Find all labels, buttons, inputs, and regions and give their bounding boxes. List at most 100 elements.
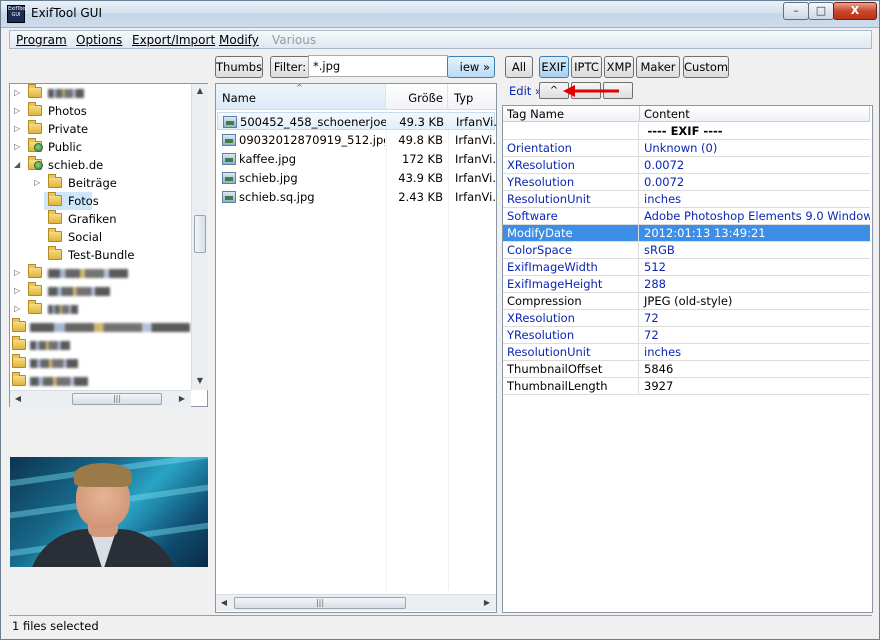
tree-vertical-scrollbar[interactable]: ▲ ▼ [191, 84, 208, 390]
tree-item-label: schieb.de [48, 158, 104, 172]
tree-item-redacted[interactable] [10, 354, 191, 372]
tag-row[interactable]: Orientation Unknown (0) [503, 140, 870, 157]
tag-value: 288 [644, 277, 666, 291]
tree-hscroll-thumb[interactable]: ||| [72, 393, 162, 405]
menu-options[interactable]: Options [76, 33, 122, 47]
menu-program[interactable]: Program [16, 33, 67, 47]
tree-item[interactable]: ◢ schieb.de [10, 156, 191, 174]
tree-scroll-thumb[interactable] [194, 215, 206, 253]
tree-item-redacted[interactable]: ▷ [10, 264, 191, 282]
tag-group-header[interactable]: ---- EXIF ---- [503, 123, 870, 140]
tag-row[interactable]: Compression JPEG (old-style) [503, 293, 870, 310]
tree-item[interactable]: Grafiken [10, 210, 191, 228]
tag-row[interactable]: XResolution 72 [503, 310, 870, 327]
tree-item[interactable]: ▷ Private [10, 120, 191, 138]
tree-item-label: Test-Bundle [68, 248, 135, 262]
expand-arrow-icon[interactable]: ▷ [14, 84, 24, 102]
scroll-left-arrow-icon[interactable]: ◀ [11, 394, 25, 403]
file-row[interactable]: 09032012870919_512.jpg 49.8 KB IrfanVi... [217, 131, 495, 149]
tab-iptc[interactable]: IPTC [571, 56, 602, 78]
expand-arrow-icon[interactable]: ▷ [14, 102, 24, 120]
tree-item-redacted[interactable] [10, 336, 191, 354]
tree-item[interactable]: Social [10, 228, 191, 246]
expand-arrow-icon[interactable]: ▷ [34, 174, 44, 192]
thumbs-button[interactable]: Thumbs [215, 56, 263, 78]
tree-item-redacted[interactable] [10, 318, 191, 336]
tag-row[interactable]: ExifImageWidth 512 [503, 259, 870, 276]
view-button[interactable]: iew » [447, 56, 495, 78]
tag-row[interactable]: Software Adobe Photoshop Elements 9.0 Win… [503, 208, 870, 225]
expand-arrow-icon[interactable]: ▷ [14, 300, 24, 318]
tree-item-redacted[interactable]: ▷ [10, 300, 191, 318]
file-name: 09032012870919_512.jpg [239, 133, 385, 147]
scroll-right-arrow-icon[interactable]: ▶ [175, 394, 189, 403]
scroll-right-arrow-icon[interactable]: ▶ [480, 598, 494, 607]
file-size: 49.8 KB [398, 133, 443, 147]
tag-row[interactable]: YResolution 72 [503, 327, 870, 344]
folder-icon [12, 318, 26, 332]
column-type[interactable]: Typ [448, 84, 496, 110]
column-name[interactable]: ^ Name [216, 84, 386, 110]
tag-value: 2012:01:13 13:49:21 [644, 226, 766, 240]
tab-exif[interactable]: EXIF [539, 56, 569, 78]
tab-custom[interactable]: Custom [683, 56, 729, 78]
close-button[interactable]: X [833, 2, 877, 20]
menu-modify[interactable]: Modify [219, 33, 259, 47]
scroll-left-arrow-icon[interactable]: ◀ [217, 598, 231, 607]
scroll-down-arrow-icon[interactable]: ▼ [193, 376, 207, 385]
filelist-hscroll-thumb[interactable]: ||| [234, 597, 406, 609]
minimize-button[interactable]: – [783, 2, 809, 20]
tag-row[interactable]: ResolutionUnit inches [503, 191, 870, 208]
filter-label-button[interactable]: Filter: [270, 56, 310, 78]
column-size[interactable]: Größe [386, 84, 448, 110]
tag-table[interactable]: Tag Name Content ---- EXIF ---- Orientati… [502, 105, 873, 613]
expand-arrow-icon[interactable]: ▷ [14, 120, 24, 138]
tag-row[interactable]: XResolution 0.0072 [503, 157, 870, 174]
tab-all[interactable]: All [505, 56, 533, 78]
tree-item-redacted[interactable] [10, 372, 191, 390]
redacted-label [30, 377, 88, 386]
tree-item[interactable]: ▷ [10, 84, 191, 102]
file-row[interactable]: kaffee.jpg 172 KB IrfanVi... [217, 150, 495, 168]
tag-value: 0.0072 [644, 158, 685, 172]
tab-xmp[interactable]: XMP [604, 56, 634, 78]
tree-item[interactable]: Test-Bundle [10, 246, 191, 264]
tag-row[interactable]: ResolutionUnit inches [503, 344, 870, 361]
column-tag-name[interactable]: Tag Name [503, 106, 640, 122]
tree-horizontal-scrollbar[interactable]: ◀ ||| ▶ [10, 390, 191, 407]
file-list[interactable]: ^ Name Größe Typ 500452_458_schoenerjoer… [215, 83, 497, 613]
tree-item-label: Social [68, 230, 103, 244]
filelist-horizontal-scrollbar[interactable]: ◀ ||| ▶ [216, 594, 496, 611]
filter-input[interactable]: *.jpg [308, 55, 448, 77]
folder-tree[interactable]: ▷ ▷ Photos ▷ Private ▷ Public ◢ schieb.de ▷ Beiträ… [9, 83, 208, 407]
expand-arrow-icon[interactable]: ▷ [14, 264, 24, 282]
edit-link[interactable]: Edit » [509, 84, 542, 98]
tag-row[interactable]: ExifImageHeight 288 [503, 276, 870, 293]
tree-item[interactable]: ▷ Public [10, 138, 191, 156]
tag-row[interactable]: ThumbnailLength 3927 [503, 378, 870, 395]
tree-item-redacted[interactable]: ▷ [10, 282, 191, 300]
tree-item[interactable]: Fotos [44, 192, 99, 210]
file-row[interactable]: schieb.sq.jpg 2.43 KB IrfanVi... [217, 188, 495, 206]
file-size: 49.3 KB [399, 115, 444, 129]
tree-item[interactable]: ▷ Beiträge [10, 174, 191, 192]
column-content[interactable]: Content [640, 106, 870, 122]
tag-value: 3927 [644, 379, 674, 393]
tag-row[interactable]: ColorSpace sRGB [503, 242, 870, 259]
file-row[interactable]: 500452_458_schoenerjoer... 49.3 KB IrfanVi… [217, 112, 496, 130]
tab-maker[interactable]: Maker [636, 56, 680, 78]
maximize-button[interactable]: □ [808, 2, 834, 20]
tag-row[interactable]: ModifyDate 2012:01:13 13:49:21 [503, 225, 870, 242]
expand-arrow-icon[interactable]: ◢ [14, 156, 24, 174]
scroll-up-arrow-icon[interactable]: ▲ [193, 86, 207, 95]
title-bar[interactable]: ExifTool GUI ExifTool GUI – □ X [1, 1, 879, 28]
tag-name: XResolution [503, 310, 639, 327]
file-row[interactable]: schieb.jpg 43.9 KB IrfanVi... [217, 169, 495, 187]
tree-item[interactable]: ▷ Photos [10, 102, 191, 120]
expand-arrow-icon[interactable]: ▷ [14, 282, 24, 300]
tag-row[interactable]: ThumbnailOffset 5846 [503, 361, 870, 378]
expand-arrow-icon[interactable]: ▷ [14, 138, 24, 156]
tag-row[interactable]: YResolution 0.0072 [503, 174, 870, 191]
menu-export-import[interactable]: Export/Import [132, 33, 215, 47]
sort-ascending-icon: ^ [296, 83, 303, 92]
